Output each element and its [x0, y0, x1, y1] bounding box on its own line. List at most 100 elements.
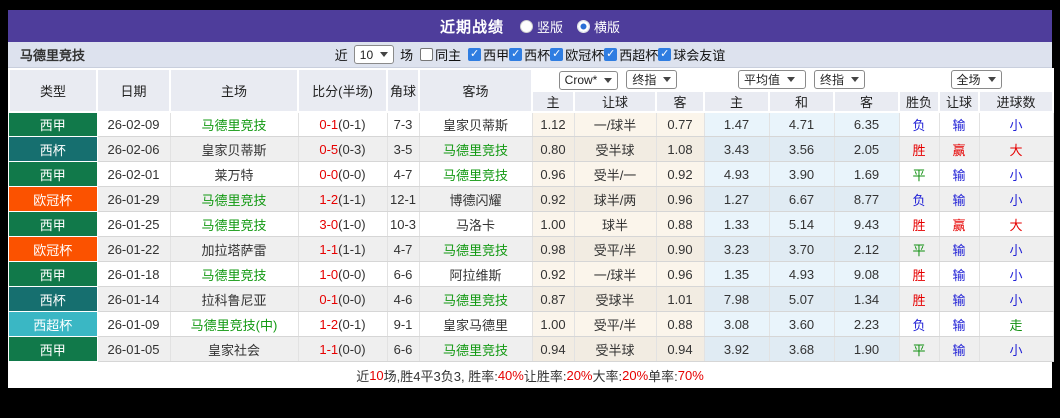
recent-count-select[interactable]: 10	[353, 45, 395, 64]
match-date: 26-02-01	[97, 161, 171, 187]
outcome-result: 平	[899, 236, 940, 262]
europe-away-odds: 9.43	[834, 211, 900, 237]
league-badge: 西甲	[9, 111, 98, 137]
radio-label: 横版	[594, 19, 621, 35]
handicap-result: 输	[939, 111, 980, 137]
table-header: 类型 日期 主场 比分(半场) 角球 客场 Crow*终指 平均值终指 全场	[8, 68, 1055, 113]
europe-avg-select[interactable]: 平均值	[738, 70, 807, 90]
league-badge: 西甲	[9, 161, 98, 187]
view-mode-radio-group: 竖版 横版	[519, 17, 620, 36]
asia-period-select[interactable]: 终指	[626, 70, 678, 89]
match-date: 26-01-29	[97, 186, 171, 212]
away-team: 马德里竞技	[419, 236, 533, 262]
radio-view-vertical[interactable]: 竖版	[519, 17, 563, 36]
halftime-score: (0-0)	[338, 291, 366, 307]
radio-view-horizontal[interactable]: 横版	[577, 17, 620, 36]
europe-home-odds: 7.98	[704, 286, 770, 312]
asia-home-odds: 0.94	[532, 336, 575, 362]
results-table: 类型 日期 主场 比分(半场) 角球 客场 Crow*终指 平均值终指 全场	[8, 68, 1055, 362]
handicap-result: 输	[939, 336, 980, 362]
europe-draw-odds: 5.07	[769, 286, 835, 312]
asia-home-odds: 1.00	[532, 311, 575, 337]
page-title: 近期战绩	[439, 18, 504, 36]
europe-draw-odds: 3.60	[769, 311, 835, 337]
europe-draw-odds: 3.90	[769, 161, 835, 187]
goals-result: 大	[979, 211, 1054, 237]
europe-away-odds: 1.34	[834, 286, 900, 312]
same-home-away-checkbox[interactable]: 同主	[420, 45, 461, 64]
team-name: 马德里竞技	[20, 48, 86, 63]
league-filter-4[interactable]: ✓ 西超杯	[604, 45, 658, 64]
asia-home-odds: 0.92	[532, 261, 575, 287]
table-body: 西甲 26-02-09 马德里竞技 0-1(0-1) 7-3 皇家贝蒂斯 1.12 一/球半 0…	[9, 111, 1054, 362]
league-filter-5[interactable]: ✓ 球会友谊	[658, 45, 725, 64]
league-filter-1[interactable]: ✓ 西甲	[468, 45, 509, 64]
halftime-score: (1-0)	[338, 216, 366, 232]
corners: 4-7	[387, 161, 420, 187]
home-team: 马德里竞技	[170, 186, 299, 212]
col-header-outcome: 胜负	[898, 89, 941, 113]
europe-draw-odds: 4.71	[769, 111, 835, 137]
asia-home-odds: 0.92	[532, 186, 575, 212]
checkbox-icon	[420, 48, 434, 61]
league-filter-3[interactable]: ✓ 欧冠杯	[550, 45, 604, 64]
outcome-result: 胜	[899, 286, 940, 312]
radio-button-icon	[577, 19, 590, 33]
col-header-handicap-outcome: 让球	[938, 89, 981, 113]
table-row: 西甲 26-02-01 莱万特 0-0(0-0) 4-7 马德里竞技 0.96 受半/一 0.9…	[9, 161, 1054, 187]
handicap-result: 输	[939, 236, 980, 262]
league-filter-label: 西杯	[524, 48, 551, 63]
bookmaker-select[interactable]: Crow*	[558, 70, 619, 90]
halftime-score: (1-1)	[338, 191, 366, 207]
fulltime-score: 3-0	[319, 216, 339, 232]
table-row: 西杯 26-02-06 皇家贝蒂斯 0-5(0-3) 3-5 马德里竞技 0.80 受半球 1.…	[9, 136, 1054, 162]
away-team: 马德里竞技	[419, 136, 533, 162]
checkbox-icon: ✓	[509, 48, 523, 61]
outcome-result: 负	[899, 111, 940, 137]
summary-text: 10	[369, 367, 384, 383]
outcome-result: 胜	[899, 261, 940, 287]
corners: 12-1	[387, 186, 420, 212]
score-cell: 3-0(1-0)	[298, 211, 388, 237]
halftime-score: (0-0)	[338, 341, 366, 357]
away-team: 马德里竞技	[419, 286, 533, 312]
checkbox-icon: ✓	[468, 48, 482, 61]
asia-away-odds: 0.88	[656, 311, 705, 337]
handicap-result: 输	[939, 161, 980, 187]
summary-text: 40%	[497, 367, 524, 383]
goals-result: 小	[979, 111, 1054, 137]
league-badge: 西杯	[9, 286, 98, 312]
outcome-result: 负	[899, 186, 940, 212]
halftime-score: (0-0)	[338, 166, 366, 182]
league-filter-2[interactable]: ✓ 西杯	[509, 45, 550, 64]
handicap-line: 受半球	[574, 136, 657, 162]
score-cell: 0-1(0-1)	[298, 111, 388, 137]
europe-away-odds: 9.08	[834, 261, 900, 287]
handicap-line: 受半/一	[574, 161, 657, 187]
asia-home-odds: 0.87	[532, 286, 575, 312]
home-team: 马德里竞技	[170, 111, 299, 137]
home-team: 马德里竞技(中)	[170, 311, 299, 337]
checkbox-icon: ✓	[550, 48, 564, 61]
europe-period-select[interactable]: 终指	[814, 70, 866, 90]
chevron-down-icon	[604, 77, 613, 83]
home-team: 皇家社会	[170, 336, 299, 362]
col-header-home: 主场	[169, 68, 299, 113]
fulltime-score: 0-0	[319, 166, 339, 182]
page-frame: 近期战绩 竖版 横版 马德里竞技 近 10 场 同主 ✓ 西甲 ✓ 西杯 ✓ 欧冠杯 ✓ 西超杯…	[0, 0, 1060, 418]
europe-away-odds: 2.05	[834, 136, 900, 162]
col-header-asia-handicap: 让球	[573, 89, 657, 113]
home-team: 马德里竞技	[170, 211, 299, 237]
asia-home-odds: 1.00	[532, 211, 575, 237]
fulltime-score: 0-1	[319, 116, 339, 132]
handicap-line: 一/球半	[574, 111, 657, 137]
away-team: 马洛卡	[419, 211, 533, 237]
europe-away-odds: 2.23	[834, 311, 900, 337]
filters: 近 10 场 同主 ✓ 西甲 ✓ 西杯 ✓ 欧冠杯 ✓ 西超杯 ✓ 球会友谊	[335, 45, 725, 64]
summary-text: 20%	[566, 367, 593, 383]
fulltime-score: 1-1	[319, 241, 339, 257]
home-team: 皇家贝蒂斯	[170, 136, 299, 162]
checkbox-icon: ✓	[604, 48, 618, 61]
scope-select[interactable]: 全场	[950, 70, 1002, 90]
asia-home-odds: 0.96	[532, 161, 575, 187]
